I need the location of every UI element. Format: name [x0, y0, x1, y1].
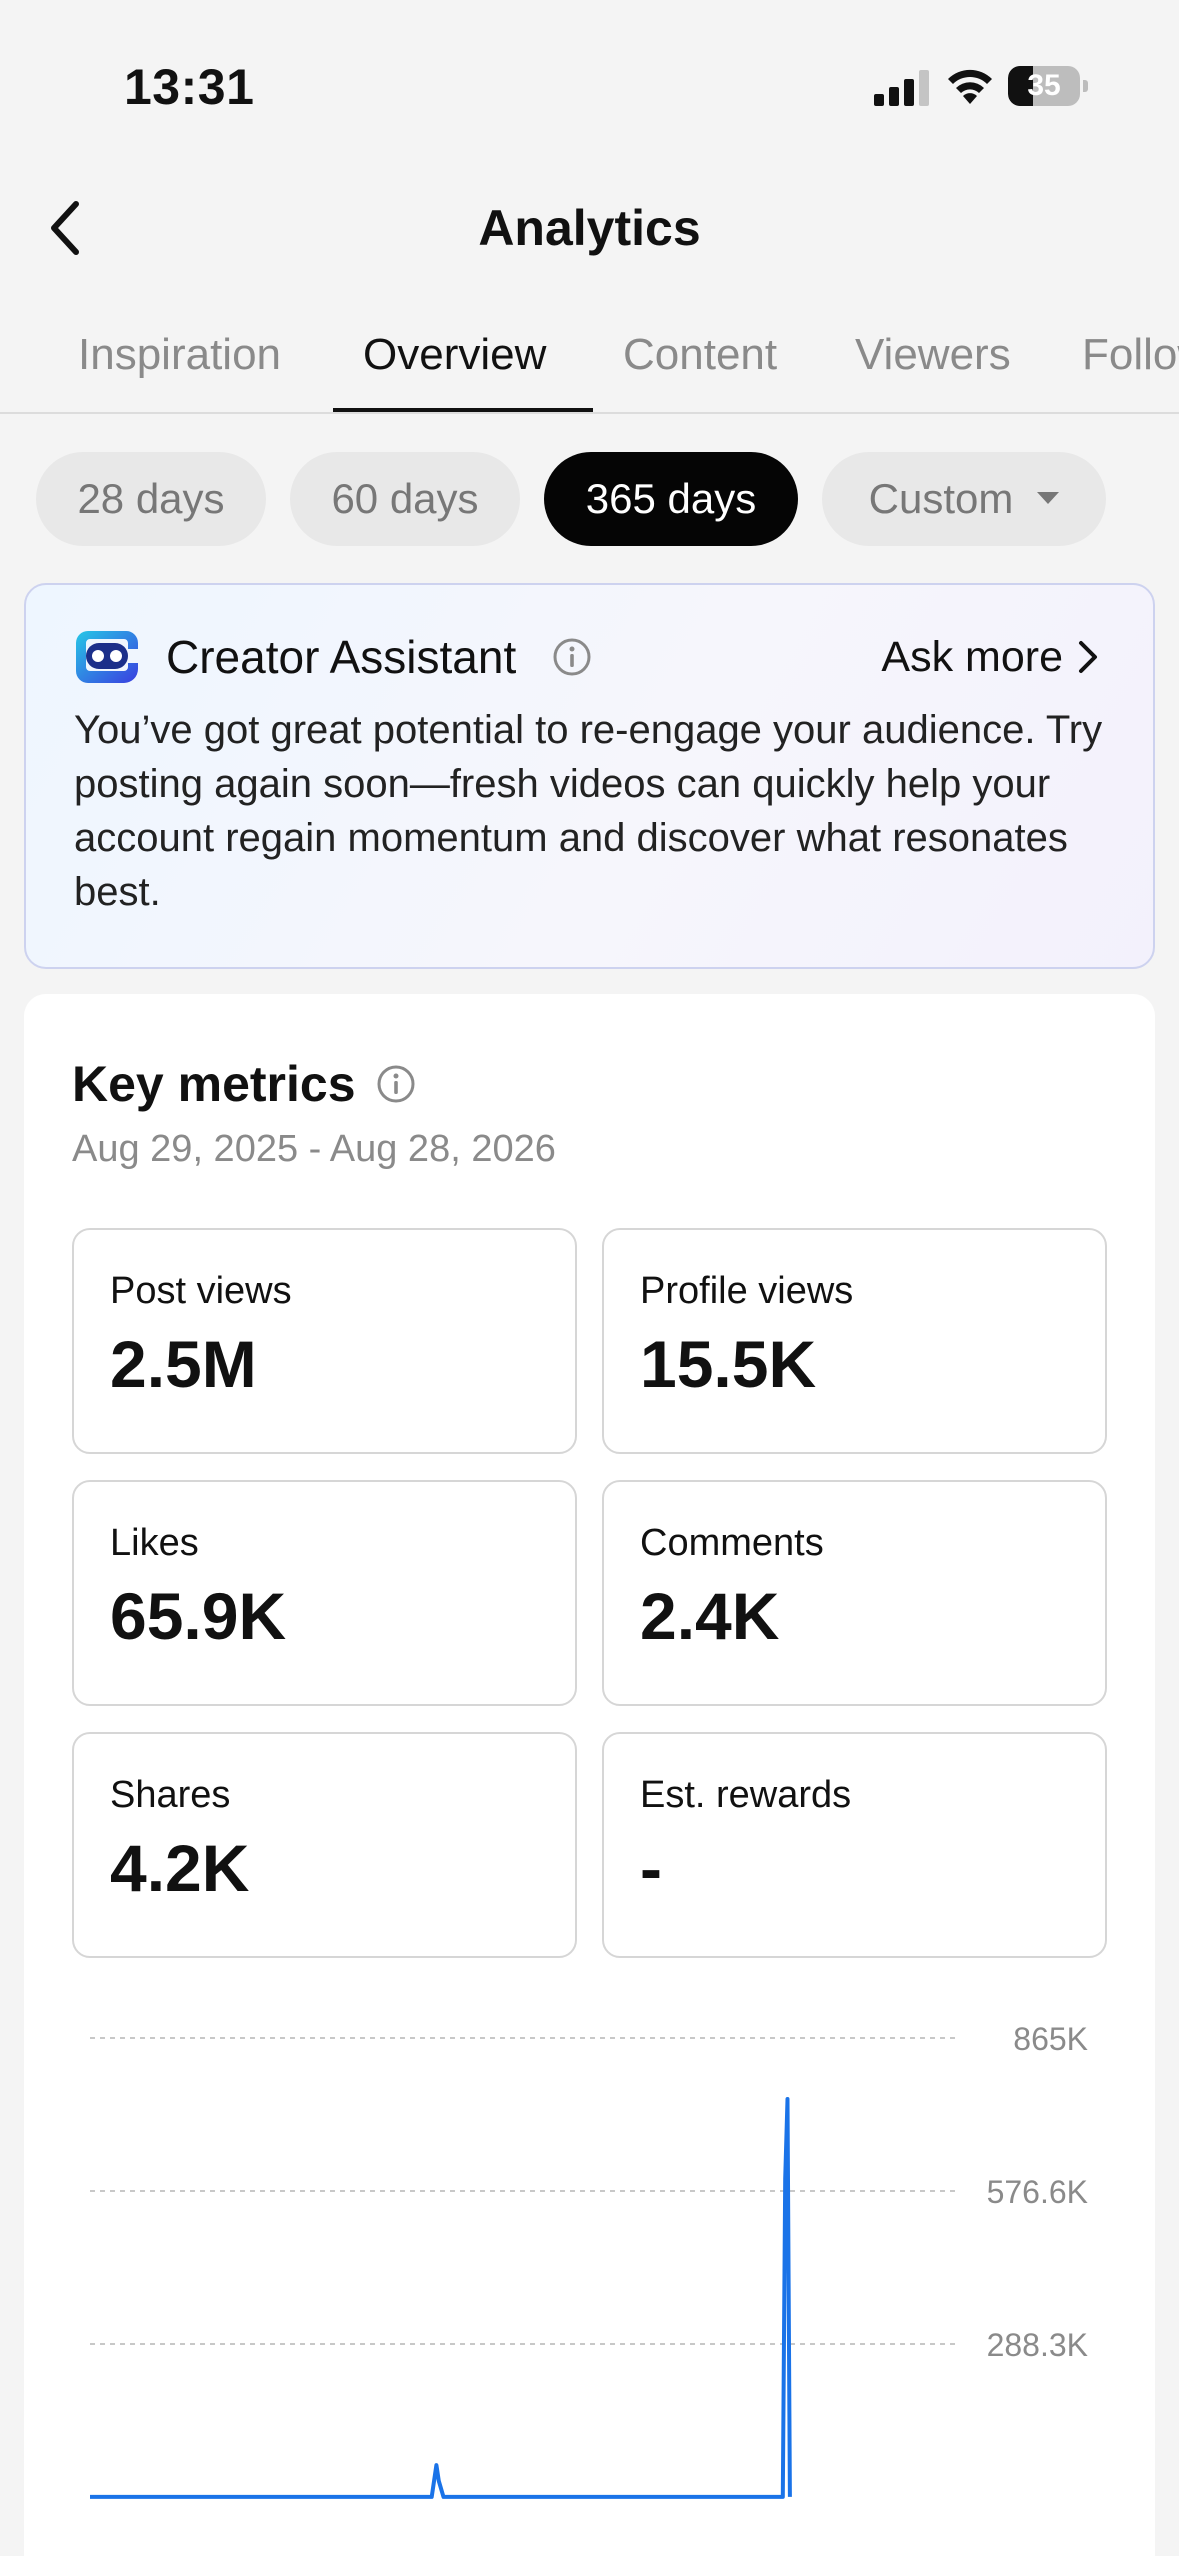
ask-more-label: Ask more — [881, 633, 1063, 681]
period-365-days[interactable]: 365 days — [544, 452, 798, 546]
creator-assistant-logo-icon — [76, 631, 138, 683]
assistant-title: Creator Assistant — [166, 631, 517, 683]
cellular-signal-icon — [874, 70, 929, 106]
info-icon[interactable] — [552, 637, 592, 677]
metric-label: Likes — [110, 1522, 199, 1564]
metric-tile-comments[interactable]: Comments 2.4K — [602, 1480, 1107, 1706]
assistant-message: You’ve got great potential to re-engage … — [74, 708, 1103, 914]
page-title: Analytics — [478, 200, 701, 256]
wifi-icon — [948, 69, 992, 104]
chevron-right-icon — [1079, 641, 1097, 673]
metric-value: - — [640, 1831, 662, 1905]
period-custom[interactable]: Custom — [822, 452, 1106, 546]
metric-tile-post-views[interactable]: Post views 2.5M — [72, 1228, 577, 1454]
period-28-days[interactable]: 28 days — [36, 452, 266, 546]
creator-assistant-card: Creator Assistant Ask more You’ve got gr… — [24, 583, 1155, 969]
tab-overview[interactable]: Overview — [363, 310, 546, 412]
period-60-days[interactable]: 60 days — [290, 452, 520, 546]
tab-followers[interactable]: Followers — [1082, 310, 1179, 412]
chart-y-tick-label: 865K — [1013, 2021, 1088, 2057]
analytics-tabs: Inspiration Overview Content Viewers Fol… — [0, 310, 1179, 414]
metric-label: Profile views — [640, 1270, 854, 1312]
metric-tile-likes[interactable]: Likes 65.9K — [72, 1480, 577, 1706]
metric-tile-est-rewards[interactable]: Est. rewards - — [602, 1732, 1107, 1958]
metric-value: 4.2K — [110, 1831, 250, 1905]
chart-y-tick-label: 288.3K — [987, 2327, 1088, 2363]
battery-icon: 35 — [1008, 66, 1088, 106]
metric-tile-shares[interactable]: Shares 4.2K — [72, 1732, 577, 1958]
metric-value: 2.4K — [640, 1579, 780, 1653]
tab-inspiration[interactable]: Inspiration — [78, 310, 281, 412]
metric-label: Comments — [640, 1522, 824, 1564]
metric-label: Post views — [110, 1270, 292, 1312]
tab-content[interactable]: Content — [623, 310, 777, 412]
key-metrics-date-range: Aug 29, 2025 - Aug 28, 2026 — [72, 1128, 556, 1170]
key-metrics-info-icon[interactable] — [376, 1064, 416, 1104]
ask-more-button[interactable]: Ask more — [881, 627, 1099, 687]
key-metrics-title: Key metrics — [72, 1056, 356, 1112]
metric-value: 65.9K — [110, 1579, 287, 1653]
status-bar: 13:31 35 — [0, 0, 1179, 170]
metric-tile-profile-views[interactable]: Profile views 15.5K — [602, 1228, 1107, 1454]
status-time: 13:31 — [124, 59, 255, 115]
metric-value: 2.5M — [110, 1327, 257, 1401]
caret-down-icon — [1037, 491, 1060, 504]
battery-level: 35 — [1027, 69, 1061, 102]
chart-series-line-post-views — [90, 2097, 792, 2499]
metric-value: 15.5K — [640, 1327, 817, 1401]
chart-y-tick-label: 576.6K — [987, 2174, 1088, 2210]
active-tab-indicator — [333, 408, 593, 412]
metric-label: Est. rewards — [640, 1774, 852, 1816]
metric-label: Shares — [110, 1774, 231, 1816]
period-custom-label: Custom — [868, 475, 1014, 522]
tab-viewers[interactable]: Viewers — [855, 310, 1011, 412]
key-metrics-card: Key metrics Aug 29, 2025 - Aug 28, 2026 … — [24, 994, 1155, 2556]
